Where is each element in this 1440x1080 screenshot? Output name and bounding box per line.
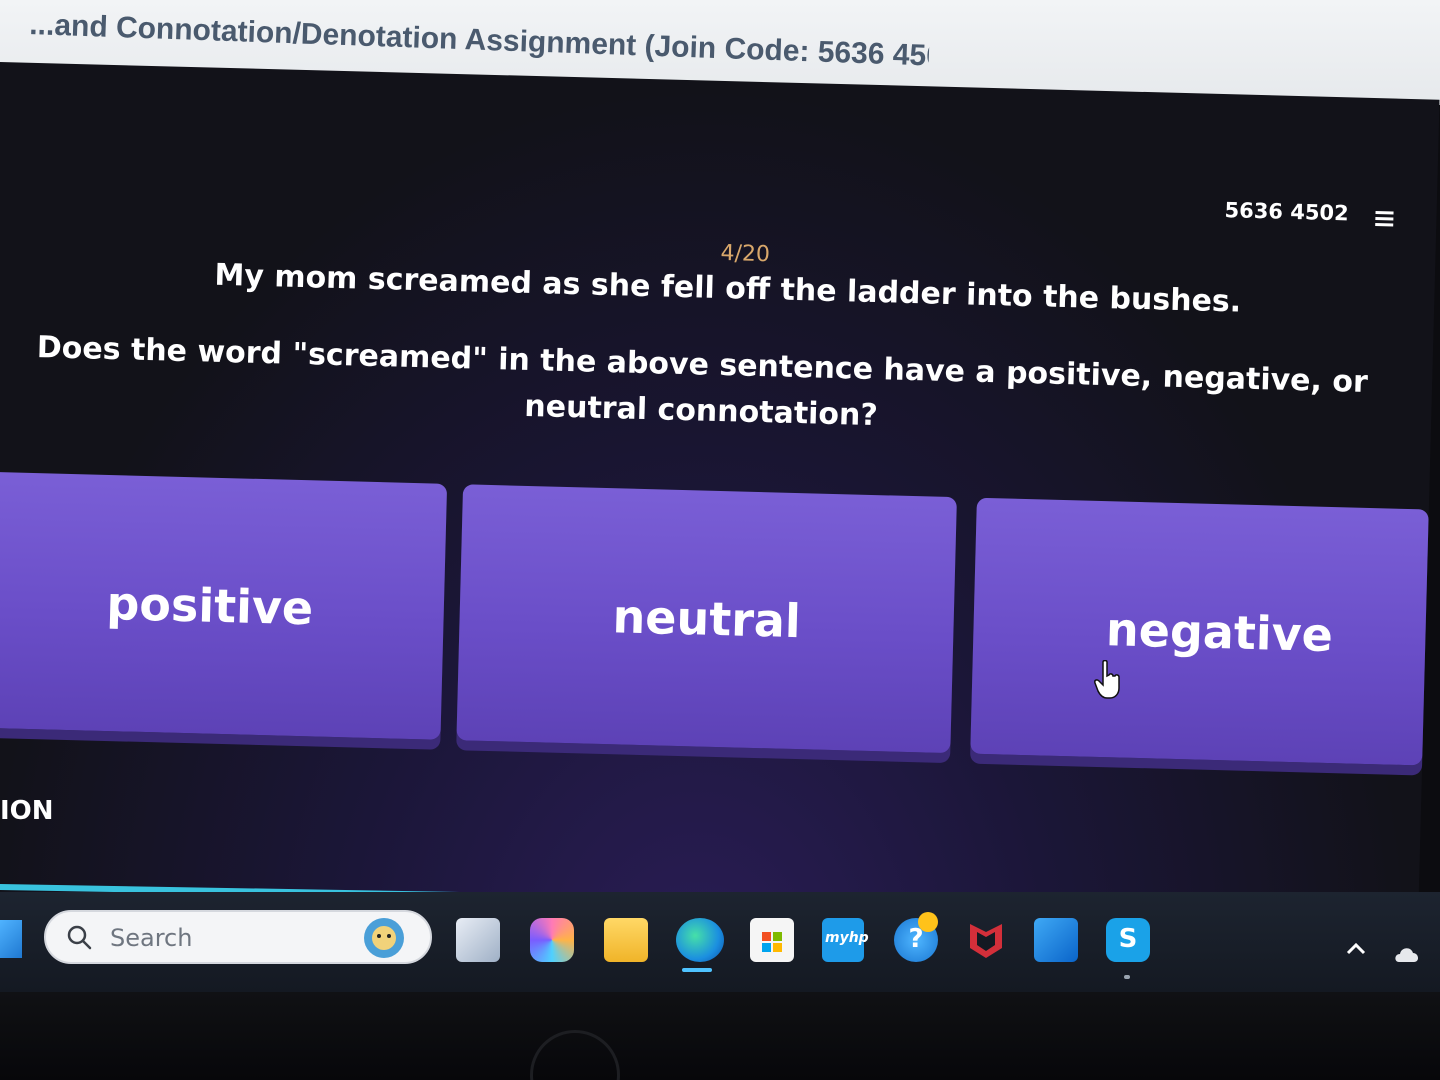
search-icon: [67, 925, 92, 950]
running-app-indicator: [1124, 975, 1130, 979]
answer-label: positive: [105, 575, 314, 636]
widgets-icon[interactable]: [456, 918, 500, 962]
answer-label: neutral: [611, 589, 802, 649]
cloud-icon[interactable]: [1392, 940, 1422, 966]
monitor-bezel: [0, 992, 1440, 1080]
quiz-panel: 5636 4502 4/20 My mom screamed as she fe…: [0, 62, 1440, 930]
skype-label: S: [1118, 924, 1138, 954]
edge-icon[interactable]: [676, 918, 724, 962]
skype-icon[interactable]: S: [1106, 918, 1150, 962]
search-placeholder: Search: [110, 924, 193, 952]
myhp-icon[interactable]: myhp: [822, 918, 869, 962]
search-highlight-icon: [364, 918, 404, 958]
microsoft-store-icon[interactable]: [750, 918, 794, 962]
answer-neutral-button[interactable]: neutral: [456, 484, 957, 754]
question-progress: 4/20: [720, 240, 771, 268]
mcafee-icon[interactable]: [964, 918, 1008, 962]
menu-icon[interactable]: [1372, 208, 1399, 233]
myhp-label: myhp: [825, 930, 869, 946]
answer-label: negative: [1105, 602, 1334, 663]
start-icon[interactable]: [0, 920, 22, 958]
store-grid-icon: [762, 932, 782, 952]
help-badge: [918, 912, 938, 932]
help-icon[interactable]: ?: [894, 912, 938, 962]
taskbar-search-input[interactable]: Search: [44, 910, 432, 964]
copilot-icon[interactable]: [530, 918, 574, 962]
answer-positive-button[interactable]: positive: [0, 471, 448, 740]
answer-negative-button[interactable]: negative: [970, 497, 1429, 766]
question-text: Does the word "screamed" in the above se…: [36, 330, 1369, 434]
outlook-icon[interactable]: [1034, 918, 1078, 962]
file-explorer-icon[interactable]: [604, 918, 648, 962]
active-app-indicator: [682, 968, 712, 972]
join-code: 5636 4502: [1224, 198, 1350, 226]
chevron-up-icon[interactable]: [1344, 938, 1368, 960]
screen: ...and Connotation/Denotation Assignment…: [0, 0, 1440, 1080]
hand-cursor-icon: [1094, 660, 1120, 699]
side-label: ION: [0, 796, 54, 826]
